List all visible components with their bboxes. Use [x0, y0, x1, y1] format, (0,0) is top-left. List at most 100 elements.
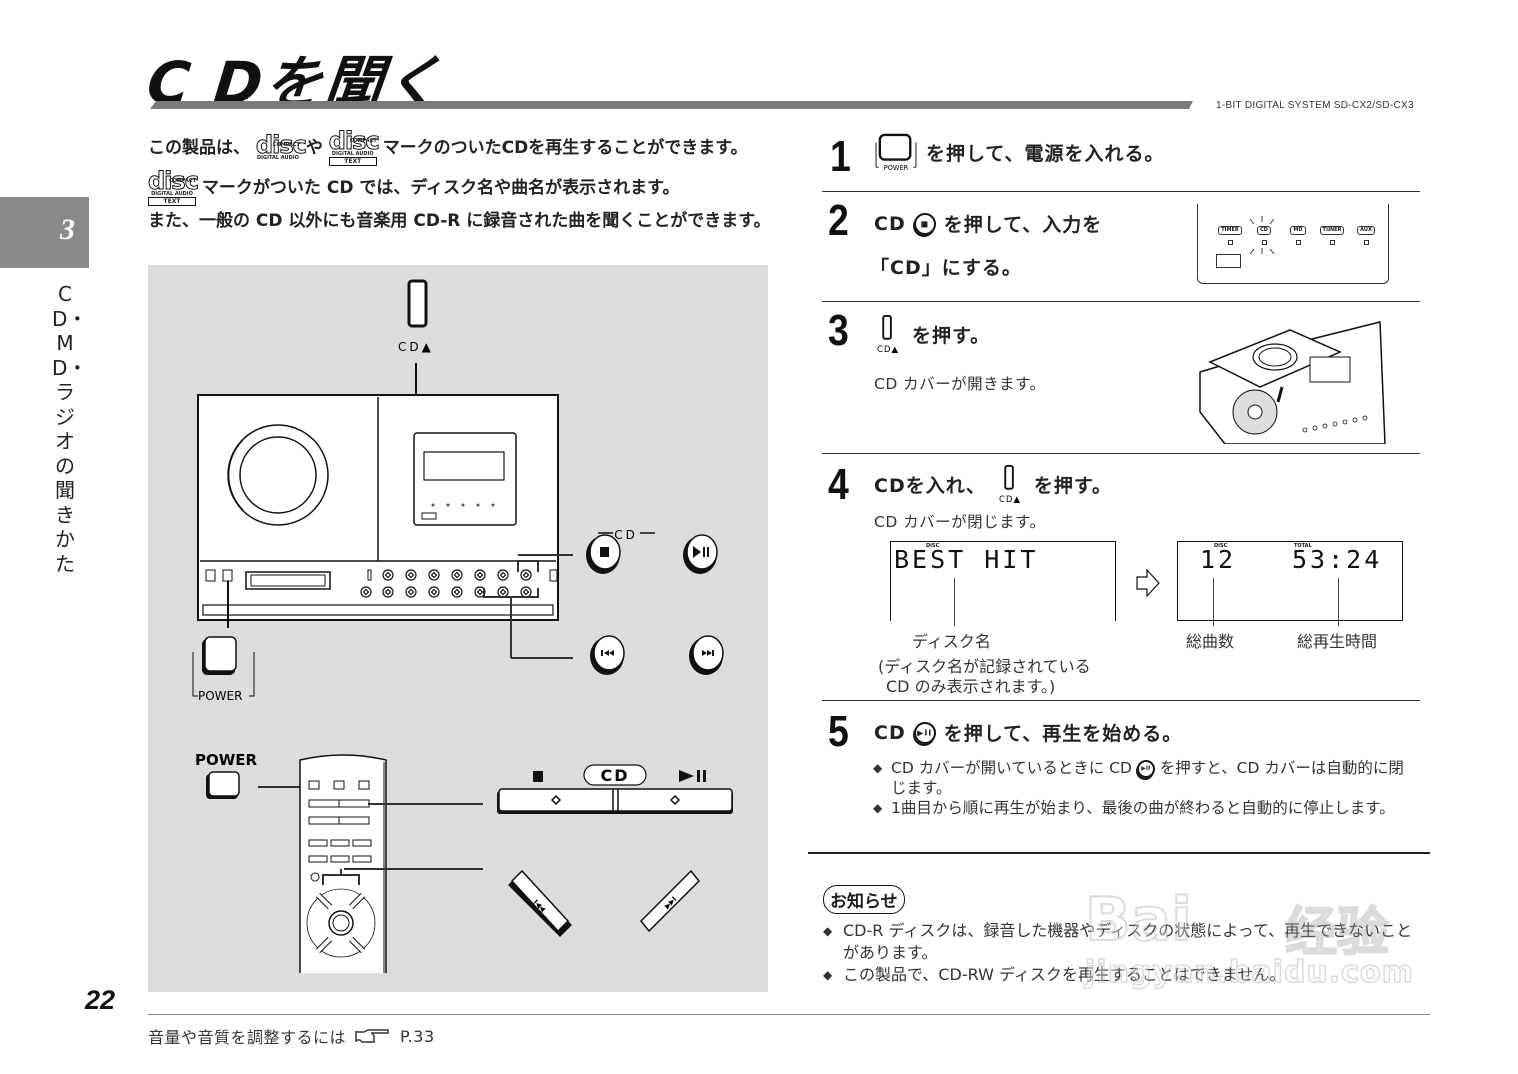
- active-highlight-icon: [1249, 216, 1275, 255]
- intro-text: この製品は、: [148, 138, 250, 158]
- stop-button[interactable]: [586, 534, 621, 574]
- cd-text-logo-icon: COMPACT disc DIGITAL AUDIO TEXT: [148, 167, 199, 206]
- intro-text: マークがついた CD では、ディスク名や曲名が表示されます。: [201, 178, 680, 198]
- indicator-led-icon: [1329, 240, 1335, 245]
- list-item: ◆ この製品で、CD-RW ディスクを再生することはできません。: [823, 965, 1286, 984]
- play-pause-button-icon: ▶II: [913, 721, 936, 744]
- intro-text: マークのついたCDを再生することができます。: [382, 138, 748, 158]
- step-5: CD ▶II を押して、再生を始める。: [874, 719, 1182, 746]
- pointing-hand-icon: [355, 1029, 389, 1043]
- svg-text:CD▲: CD▲: [877, 345, 899, 354]
- intro-line-2: COMPACT disc DIGITAL AUDIO TEXT マークがついた …: [148, 168, 773, 208]
- step-1-text: を押して、電源を入れる。: [926, 142, 1165, 165]
- footer-ref-page-link[interactable]: P.33: [400, 1027, 435, 1046]
- list-item: ◆ 1曲目から順に再生が始まり、最後の曲が終わると自動的に停止します。: [873, 799, 1395, 817]
- device-illustration: CD▲ CD POWER POWER CD I◀◀ ▶▶I: [192, 279, 733, 973]
- bullet-diamond-icon: ◆: [873, 801, 883, 815]
- remote-cd-label: CD: [600, 766, 629, 785]
- arrow-right-icon: [1136, 568, 1160, 598]
- chapter-tab[interactable]: 3: [0, 197, 89, 268]
- footer-reference: 音量や音質を調整するには P.33: [148, 1024, 435, 1048]
- play-pause-button[interactable]: [683, 534, 718, 574]
- indicator-timer: TIMER: [1218, 226, 1242, 245]
- svg-text:POWER: POWER: [884, 164, 909, 171]
- cd-eject-label: CD▲: [398, 340, 434, 354]
- step-4-number: 4: [828, 460, 849, 509]
- notice-title: お知らせ: [823, 885, 905, 914]
- cd-text-logo-icon: COMPACT disc DIGITAL AUDIO TEXT: [328, 127, 380, 166]
- list-item: ◆ CD-R ディスクは、録音した機器やディスクの状態によって、再生できないこと…: [823, 921, 1413, 962]
- step-3-text: を押す。: [912, 324, 991, 347]
- section-divider: [808, 852, 1430, 854]
- illustration-panel: CD▲ CD POWER POWER CD I◀◀ ▶▶I: [148, 265, 768, 992]
- step-5-text: CD: [874, 721, 906, 744]
- step-2-text: を押して、入力を: [943, 214, 1103, 236]
- footer-divider: [148, 1014, 1430, 1015]
- notice-list: ◆ CD-R ディスクは、録音した機器やディスクの状態によって、再生できないこと…: [823, 920, 1423, 986]
- indicator-md: MD: [1286, 226, 1310, 245]
- power-button[interactable]: [192, 636, 255, 697]
- step-5-text: を押して、再生を始める。: [943, 723, 1183, 745]
- indicator-led-icon: [1295, 240, 1301, 245]
- step-2-text: CD: [874, 212, 906, 235]
- cd-eject-button-icon: CD▲: [999, 464, 1020, 504]
- cd-eject-button-callout: [407, 279, 428, 395]
- cd-window: [239, 436, 317, 514]
- callout-line: [1213, 578, 1214, 626]
- divider: [822, 453, 1420, 454]
- play-pause-button-icon: ▶II: [1136, 759, 1155, 778]
- divider: [822, 301, 1420, 302]
- indicator-label: TIMER: [1218, 226, 1242, 235]
- step-2-line-2: 「CD」にする。: [870, 257, 1022, 279]
- step-3-number: 3: [828, 306, 849, 355]
- page-number: 22: [85, 985, 116, 1015]
- bullet-diamond-icon: ◆: [823, 924, 833, 938]
- bullet-diamond-icon: ◆: [873, 761, 883, 775]
- previous-track-button[interactable]: [590, 635, 625, 675]
- lcd-track-count: 12: [1200, 545, 1237, 574]
- total-time-caption: 総再生時間: [1297, 632, 1378, 651]
- indicator-label: TUNER: [1319, 226, 1345, 235]
- track-count-caption: 総曲数: [1186, 632, 1235, 651]
- intro-text: や: [305, 138, 323, 158]
- remote-previous-button[interactable]: I◀◀: [508, 869, 572, 937]
- lcd-disc-info: DISC TOTAL 12 53:24: [1177, 541, 1403, 621]
- title-underline-bar: [150, 101, 1193, 109]
- main-unit: [197, 394, 573, 659]
- step-4-sub: CD カバーが閉じます。: [874, 513, 1046, 531]
- remote-play-pause-symbol-icon: [679, 770, 706, 782]
- step-2-line-1: CD ■ を押して、入力を: [874, 210, 1102, 237]
- chapter-number: 3: [60, 213, 75, 246]
- indicator-led-icon: [1363, 240, 1369, 245]
- footer-ref-text: 音量や音質を調整するには: [148, 1028, 347, 1047]
- indicator-label: MD: [1290, 226, 1306, 235]
- lcd-total-time: 53:24: [1292, 545, 1383, 574]
- next-track-button[interactable]: [689, 635, 724, 675]
- callout-line: [954, 578, 955, 626]
- power-label: POWER: [198, 689, 242, 703]
- step-4-text: を押す。: [1033, 474, 1113, 497]
- step-1: POWER を押して、電源を入れる。: [874, 133, 1164, 171]
- indicator-label: AUX: [1357, 226, 1375, 235]
- disc-name-caption: ディスク名: [912, 632, 991, 651]
- list-item: ◆ CD カバーが開いているときに CD ▶II を押すと、CD カバーは自動的…: [873, 759, 1404, 797]
- indicator-tuner: TUNER: [1319, 226, 1345, 245]
- step-4-text: CDを入れ、: [874, 474, 986, 497]
- step-3-sub: CD カバーが開きます。: [874, 375, 1046, 393]
- remote-power-button[interactable]: [206, 771, 240, 799]
- remote-cd-stop-play-button[interactable]: [497, 788, 733, 814]
- cd-cover-open-illustration: [1199, 321, 1386, 444]
- step-5-number: 5: [828, 707, 849, 756]
- cd-input-button-icon: ■: [913, 212, 936, 235]
- callout-line: [1338, 578, 1339, 626]
- divider: [822, 700, 1420, 701]
- compact-disc-logo-icon: COMPACT disc DIGITAL AUDIO: [255, 131, 307, 162]
- step-1-number: 1: [830, 132, 851, 181]
- remote-next-button[interactable]: ▶▶I: [633, 869, 701, 937]
- power-button-icon: POWER: [875, 133, 917, 171]
- lcd-disc-name: DISC BEST HIT: [890, 541, 1116, 621]
- step-3: CD▲ を押す。: [872, 314, 990, 354]
- intro-line-3: また、一般の CD 以外にも音楽用 CD-R に録音された曲を聞くことができます…: [148, 211, 771, 231]
- lcd-disc-name-text: BEST HIT: [894, 545, 1039, 574]
- model-label: 1-BIT DIGITAL SYSTEM SD-CX2/SD-CX3: [1216, 100, 1414, 111]
